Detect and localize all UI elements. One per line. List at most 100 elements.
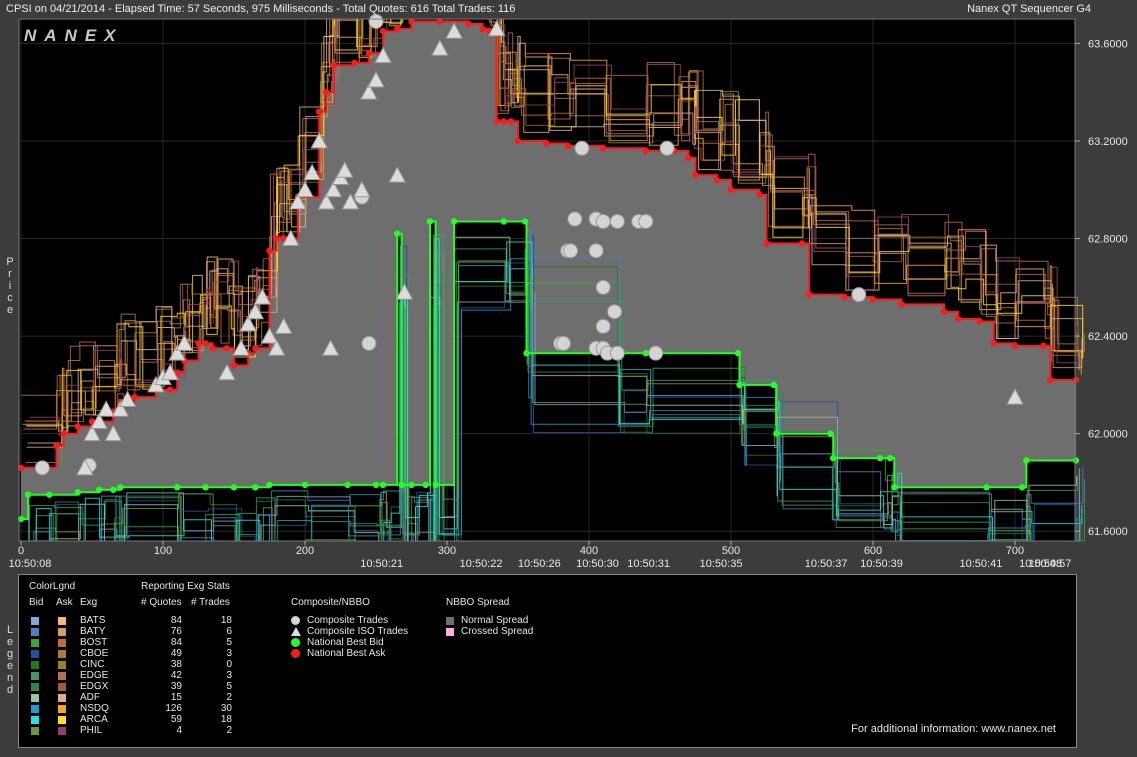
bid-point [1018,484,1026,491]
bid-color-swatch [31,639,39,647]
ask-point [841,293,848,301]
exchange-name: PHIL [80,725,103,736]
triangle-icon [291,627,301,636]
time-label: 10:50:41 [960,558,1003,570]
bid-color-swatch [31,716,39,724]
composite-legend-label: Composite ISO Trades [307,626,409,637]
ask-point [131,393,138,401]
green-dot-icon [291,638,300,647]
chart-header-title: CPSI on 04/21/2014 - Elapsed Time: 57 Se… [6,3,516,15]
bid-point [46,491,53,498]
ask-point [600,145,607,152]
exchange-trade-count: 6 [226,626,232,637]
x-tick-label: 500 [722,545,740,557]
ask-point [1072,376,1080,384]
ask-point [266,247,273,254]
bid-point [117,484,124,491]
ask-color-swatch [58,672,66,680]
composite-trade-point [851,287,867,303]
y-tick-label: 63.6000 [1088,38,1128,50]
legend-title-letter: g [6,648,14,660]
exchange-name: BATS [80,615,106,626]
legend-title-letter: e [6,636,14,648]
y-tick-label: 63.2000 [1088,136,1128,148]
exchange-quote-count: 84 [170,637,182,648]
ask-point [223,345,231,352]
ask-point [74,423,82,430]
x-tick-label: 200 [296,545,314,557]
bid-point [301,481,309,489]
composite-trade-point [595,279,611,295]
exchange-trade-count: 30 [220,703,232,714]
y-tick-label: 62.0000 [1088,429,1128,441]
legend-ask-heading: Ask [56,597,73,608]
exchange-name: NSDQ [80,703,109,714]
bid-point [1023,457,1030,464]
bid-color-swatch [31,705,39,713]
bid-point [398,481,405,489]
bid-color-swatch [31,672,39,680]
bid-point [886,454,894,462]
ask-point [209,345,216,352]
time-label: 10:50:30 [576,558,619,570]
exchange-trade-count: 3 [226,648,232,659]
composite-legend-label: National Best Bid [307,637,384,648]
y-tick-label: 62.8000 [1088,234,1128,246]
legend-bid-heading: Bid [29,597,44,608]
x-tick-label: 100 [154,545,172,557]
bid-point [202,484,209,491]
exchange-name: EDGE [80,670,109,681]
ask-color-swatch [58,661,66,669]
x-tick-label: 700 [1006,545,1024,557]
ask-point [500,118,507,125]
x-tick-label: 300 [438,545,456,557]
ask-point [379,27,387,35]
bid-point [432,481,439,489]
composite-trade-point [574,140,590,156]
bid-color-swatch [31,694,39,702]
time-label: 10:50:37 [805,558,848,570]
ask-point [713,176,720,184]
ask-point [869,296,877,303]
exchange-name: BATY [80,626,106,637]
y-axis-title-letter: i [8,280,12,292]
composite-legend-label: Composite Trades [307,615,389,626]
spread-color-swatch [446,628,454,636]
ask-point [323,88,330,96]
legend-colorlgnd-heading: ColorLgnd [29,581,76,592]
bid-point [372,481,380,489]
ask-point [1040,342,1047,350]
y-tick-label: 62.4000 [1088,331,1128,343]
ask-point [564,142,571,150]
bid-point [74,489,82,496]
ask-point [642,147,649,154]
bid-point [521,218,529,225]
legend-panel: ColorLgnd Bid Ask Exg Reporting Exg Stat… [18,574,1077,748]
exchange-quote-count: 76 [170,626,182,637]
ask-color-swatch [58,694,66,702]
ask-point [507,118,515,125]
legend-spread-heading: NBBO Spread [446,597,510,608]
bid-point [770,381,777,389]
ask-color-swatch [58,705,66,713]
composite-trade-point [609,345,625,361]
bid-point [252,484,259,491]
exchange-trade-count: 5 [226,681,232,692]
composite-trade-point [659,140,675,156]
ask-point [465,20,472,28]
legend-title-letter: d [6,684,14,696]
exchange-trade-count: 2 [226,725,232,736]
composite-trade-point [607,304,623,320]
y-axis-title-letter: e [6,304,14,316]
exchange-trade-count: 3 [226,670,232,681]
bid-color-swatch [31,650,39,658]
bid-point [174,484,181,491]
composite-trade-point [648,345,664,361]
exchange-name: ADF [80,692,100,703]
ask-point [1011,342,1019,350]
x-tick-label: 0 [18,545,24,557]
bid-point [1072,457,1080,464]
bid-point [379,481,387,489]
ask-point [202,340,209,347]
circle-icon [291,616,300,625]
